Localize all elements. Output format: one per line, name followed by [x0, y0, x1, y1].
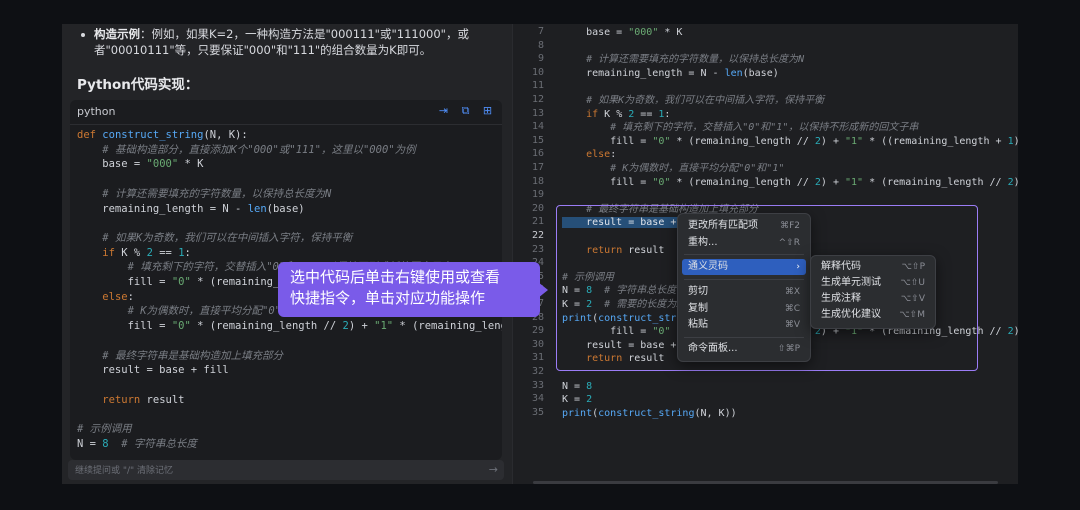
horizontal-scrollbar[interactable] [533, 481, 998, 484]
editor-line[interactable]: fill = "0" * (remaining_length // 2) + "… [562, 176, 1018, 190]
line-number: 21 [531, 216, 544, 228]
editor-line[interactable]: if K % 2 == 1: [562, 108, 670, 122]
editor-line[interactable]: base = "000" * K [562, 26, 682, 40]
line-number: 29 [531, 325, 544, 337]
line-number: 16 [531, 148, 544, 160]
menu-item-copy[interactable]: 复制 ⌘C [682, 301, 806, 317]
line-number: 20 [531, 202, 544, 214]
line-number: 13 [531, 107, 544, 119]
editor-line[interactable]: else: [562, 148, 616, 162]
copy-icon[interactable]: ⧉ [459, 104, 472, 118]
callout-line-2: 快捷指令，单击对应功能操作 [290, 289, 486, 307]
tongyi-submenu: 解释代码 ⌥⇧P 生成单元测试 ⌥⇧U 生成注释 ⌥⇧V 生成优化建议 ⌥⇧M [810, 255, 936, 329]
editor-line[interactable] [562, 40, 568, 54]
submenu-item-optimize[interactable]: 生成优化建议 ⌥⇧M [815, 307, 931, 323]
line-number: 18 [531, 175, 544, 187]
new-file-icon[interactable]: ⊞ [481, 104, 494, 118]
editor-line[interactable]: # K为偶数时，直接平均分配"0"和"1" [562, 162, 784, 176]
menu-item-change-all[interactable]: 更改所有匹配项 ⌘F2 [682, 218, 806, 234]
code-line[interactable]: return result [77, 393, 498, 408]
code-line[interactable] [77, 172, 498, 187]
editor-line[interactable]: print(construct_string(N, K)) [562, 407, 737, 421]
editor-line[interactable]: K = 2 [562, 393, 592, 407]
submenu-item-explain-code[interactable]: 解释代码 ⌥⇧P [815, 259, 931, 275]
line-number: 34 [531, 393, 544, 405]
bullet-label: 构造示例 [94, 27, 140, 41]
chat-input-box[interactable]: → [68, 460, 504, 480]
code-line[interactable]: def construct_string(N, K): [77, 128, 498, 143]
code-line[interactable]: remaining_length = N - len(base) [77, 202, 498, 217]
editor-line[interactable]: N = 8 [562, 380, 592, 394]
menu-item-tongyi-lingma[interactable]: 通义灵码 › [682, 259, 806, 275]
menu-separator [684, 279, 804, 280]
code-line[interactable]: result = base + fill [77, 363, 498, 378]
menu-item-paste[interactable]: 粘贴 ⌘V [682, 317, 806, 333]
line-number: 33 [531, 379, 544, 391]
code-line[interactable] [77, 216, 498, 231]
line-number: 31 [531, 352, 544, 364]
code-line[interactable]: # 最终字符串是基础构造加上填充部分 [77, 349, 498, 364]
line-number: 22 [531, 230, 544, 241]
line-number: 19 [531, 189, 544, 201]
line-number-gutter: 7891011121314151617181920212223242526272… [513, 24, 553, 484]
chat-input[interactable] [73, 462, 477, 480]
editor-line[interactable]: # 如果K为奇数，我们可以在中间插入字符，保持平衡 [562, 94, 824, 108]
line-number: 9 [537, 53, 544, 65]
editor-line[interactable]: remaining_length = N - len(base) [562, 67, 779, 81]
code-line[interactable] [77, 378, 498, 393]
tutorial-callout: 选中代码后单击右键使用或查看 快捷指令，单击对应功能操作 [278, 262, 540, 317]
submenu-item-unit-test[interactable]: 生成单元测试 ⌥⇧U [815, 275, 931, 291]
code-line[interactable]: base = "000" * K [77, 157, 498, 172]
code-line[interactable] [77, 407, 498, 422]
line-number: 15 [531, 134, 544, 146]
line-number: 10 [531, 66, 544, 78]
ide-window: 构造示例：例如，如果K=2，一种构造方法是"000111"或"111000"，或… [62, 24, 1018, 484]
section-title: Python代码实现： [77, 77, 199, 93]
editor-line[interactable] [562, 189, 568, 203]
line-number: 8 [537, 39, 544, 51]
code-block-header: python ⇥ ⧉ ⊞ [70, 100, 502, 125]
menu-item-command-palette[interactable]: 命令面板... ⇧⌘P [682, 341, 806, 357]
code-line[interactable]: if K % 2 == 1: [77, 246, 498, 261]
editor-line[interactable]: fill = "0" * (remaining_length // 2) + "… [562, 135, 1018, 149]
code-line[interactable]: fill = "0" * (remaining_length // 2) + "… [77, 319, 502, 334]
menu-item-cut[interactable]: 剪切 ⌘X [682, 284, 806, 300]
editor-line[interactable]: # 计算还需要填充的字符数量，以保持总长度为N [562, 53, 804, 67]
line-number: 14 [531, 121, 544, 133]
code-language-label: python [77, 105, 116, 118]
menu-item-refactor[interactable]: 重构... ^⇧R [682, 235, 806, 251]
callout-line-1: 选中代码后单击右键使用或查看 [290, 268, 501, 286]
line-number: 23 [531, 243, 544, 255]
line-number: 32 [531, 366, 544, 377]
ai-chat-panel: 构造示例：例如，如果K=2，一种构造方法是"000111"或"111000"，或… [62, 24, 512, 484]
code-line[interactable]: # 示例调用 [77, 422, 498, 437]
line-number: 12 [531, 94, 544, 105]
bullet-dot [81, 33, 85, 37]
code-line[interactable]: N = 8 # 字符串总长度 [77, 437, 498, 452]
code-line[interactable]: # 基础构造部分，直接添加K个"000"或"111"，这里以"000"为例 [77, 143, 498, 158]
bullet-text: ：例如，如果K=2，一种构造方法是"000111"或"111000"，或者"00… [94, 27, 469, 57]
line-number: 35 [531, 406, 544, 418]
send-icon[interactable]: → [489, 463, 498, 476]
line-number: 7 [537, 26, 544, 37]
code-line[interactable]: # 计算还需要填充的字符数量，以保持总长度为N [77, 187, 498, 202]
insert-code-icon[interactable]: ⇥ [437, 104, 450, 118]
context-menu: 更改所有匹配项 ⌘F2 重构... ^⇧R 通义灵码 › 剪切 ⌘X 复制 ⌘C… [677, 213, 811, 362]
chevron-right-icon: › [796, 262, 800, 272]
menu-separator [684, 254, 804, 255]
callout-arrow [538, 282, 548, 298]
editor-line[interactable] [562, 80, 568, 94]
menu-separator [684, 337, 804, 338]
line-number: 30 [531, 338, 544, 350]
editor-line[interactable]: # 填充剩下的字符，交替插入"0"和"1"，以保持不形成新的回文子串 [562, 121, 918, 135]
line-number: 17 [531, 162, 544, 173]
submenu-item-comment[interactable]: 生成注释 ⌥⇧V [815, 291, 931, 307]
code-line[interactable]: # 如果K为奇数，我们可以在中间插入字符，保持平衡 [77, 231, 498, 246]
code-line[interactable] [77, 334, 498, 349]
construction-example-bullet: 构造示例：例如，如果K=2，一种构造方法是"000111"或"111000"，或… [78, 26, 498, 58]
line-number: 11 [531, 80, 544, 92]
